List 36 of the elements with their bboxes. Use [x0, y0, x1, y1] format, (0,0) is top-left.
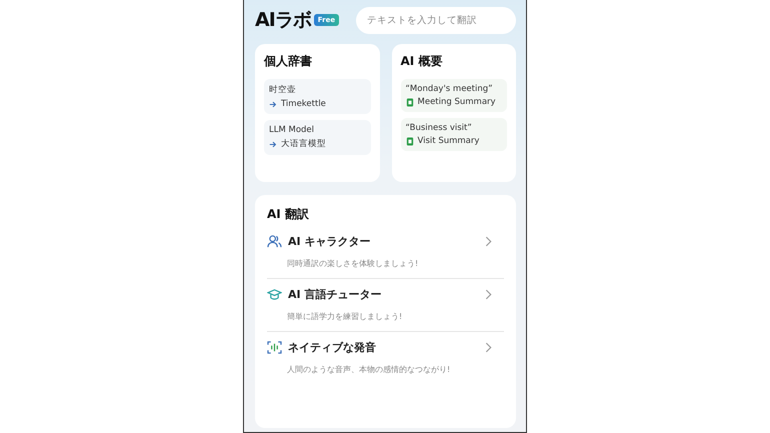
chevron-right-icon: [485, 342, 492, 353]
feature-title: ネイティブな発音: [288, 340, 376, 355]
source-term: 时空壶: [269, 84, 297, 96]
arrow-icon: [269, 140, 277, 148]
voice-wave-icon: [267, 341, 282, 354]
card-title: AI 概要: [400, 53, 444, 70]
target-term: 大语言模型: [281, 138, 326, 150]
document-icon: [406, 98, 414, 106]
summary-name: Visit Summary: [418, 136, 480, 146]
summary-entry[interactable]: “Business visit” Visit Summary: [400, 118, 507, 151]
arrow-icon: [269, 100, 277, 108]
feature-item[interactable]: ネイティブな発音 人間のような音声、本物の感情的なつながり!: [267, 332, 504, 384]
feature-item[interactable]: AI 言語チューター 簡単に語学力を練習しましょう!: [267, 279, 504, 332]
feature-item[interactable]: AI キャラクター 同時通訳の楽しさを体験しましょう!: [267, 226, 504, 279]
card-title: 個人辞書: [264, 53, 313, 70]
summary-name: Meeting Summary: [418, 97, 496, 107]
search-field[interactable]: テキストを入力して翻訳: [356, 6, 516, 34]
feature-title: AI キャラクター: [288, 234, 370, 249]
feature-description: 簡単に語学力を練習しましょう!: [286, 311, 404, 322]
quote-text: “Business visit”: [406, 123, 473, 133]
summary-entry[interactable]: “Monday's meeting” Meeting Summary: [400, 79, 507, 112]
card-title: AI 翻訳: [267, 206, 310, 223]
target-term: Timekettle: [281, 99, 326, 109]
dictionary-entry[interactable]: LLM Model 大语言模型: [264, 120, 370, 155]
quote-text: “Monday's meeting”: [406, 84, 494, 94]
source-term: LLM Model: [269, 125, 316, 135]
feature-description: 人間のような音声、本物の感情的なつながり!: [286, 364, 452, 375]
graduation-cap-icon: [267, 288, 282, 301]
feature-description: 同時通訳の楽しさを体験しましょう!: [286, 258, 420, 269]
feature-title: AI 言語チューター: [288, 287, 382, 302]
document-icon: [406, 136, 414, 146]
chevron-right-icon: [485, 236, 492, 247]
dictionary-entry[interactable]: 时空壶 Timekettle: [264, 79, 370, 114]
app-title: AIラボ: [255, 8, 311, 33]
people-icon: [267, 235, 282, 248]
chevron-right-icon: [485, 289, 492, 300]
